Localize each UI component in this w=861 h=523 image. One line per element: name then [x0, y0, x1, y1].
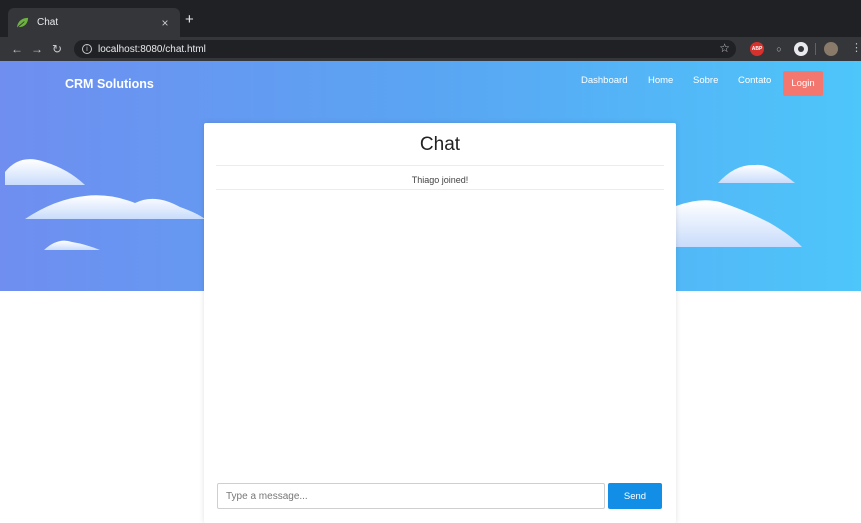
browser-tab-bar: Chat × + [0, 0, 861, 37]
nav-link-contato[interactable]: Contato [738, 75, 771, 86]
message-input[interactable] [217, 483, 605, 509]
bookmark-star-icon[interactable]: ☆ [719, 41, 730, 55]
browser-menu-icon[interactable]: ⋮ [851, 41, 861, 55]
nav-link-sobre[interactable]: Sobre [693, 75, 718, 86]
back-arrow-icon[interactable]: ← [8, 42, 26, 56]
reload-icon[interactable]: ↻ [48, 42, 66, 56]
leaf-icon [16, 17, 29, 28]
address-bar[interactable]: i localhost:8080/chat.html ☆ [74, 40, 736, 58]
chat-panel: Chat Thiago joined! Send [204, 123, 676, 523]
extension-icon[interactable]: ○ [772, 42, 786, 56]
tab-close-icon[interactable]: × [158, 16, 172, 30]
login-button[interactable]: Login [783, 71, 823, 96]
info-icon[interactable]: i [82, 44, 92, 54]
toolbar-divider [815, 43, 816, 55]
send-button[interactable]: Send [608, 483, 662, 509]
chat-message: Thiago joined! [411, 175, 469, 185]
chat-message-divider [216, 189, 664, 190]
address-url[interactable]: localhost:8080/chat.html [98, 44, 206, 55]
record-extension-icon[interactable] [794, 42, 808, 56]
chat-title: Chat [419, 134, 461, 155]
adblock-extension-icon[interactable]: ABP [750, 42, 764, 56]
new-tab-icon[interactable]: + [185, 12, 194, 27]
browser-tab[interactable]: Chat × [8, 8, 180, 37]
brand-logo[interactable]: CRM Solutions [65, 77, 154, 91]
forward-arrow-icon[interactable]: → [28, 42, 46, 56]
tab-title: Chat [37, 17, 59, 28]
chat-title-divider [216, 165, 664, 166]
nav-link-dashboard[interactable]: Dashboard [581, 75, 627, 86]
browser-toolbar: ← → ↻ i localhost:8080/chat.html ☆ [0, 37, 861, 61]
nav-link-home[interactable]: Home [648, 75, 673, 86]
profile-avatar[interactable] [824, 42, 838, 56]
